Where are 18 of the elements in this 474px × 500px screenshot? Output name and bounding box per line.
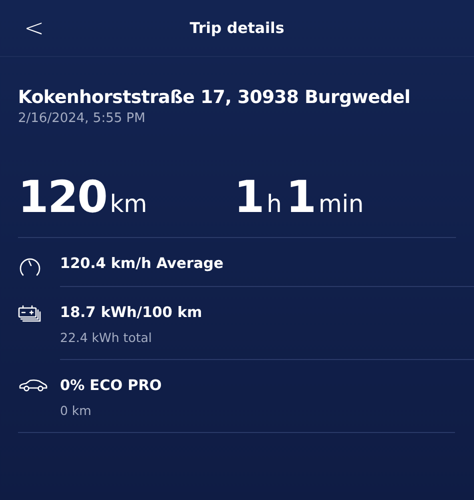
stat-value: 1 <box>234 172 264 223</box>
car-icon <box>18 378 48 392</box>
detail-subtitle: 22.4 kWh total <box>60 330 153 345</box>
battery-icon <box>18 305 42 323</box>
trip-datetime: 2/16/2024, 5:55 PM <box>18 111 146 126</box>
page-title: Trip details <box>190 19 284 37</box>
detail-title: 18.7 kWh/100 km <box>60 305 204 321</box>
stat-value: 1 <box>286 172 316 223</box>
detail-title: 120.4 km/h Average <box>60 256 224 272</box>
stat-unit: min <box>318 190 364 218</box>
trip-address: Kokenhorststraße 17, 30938 Burgwedel <box>18 87 412 108</box>
speedometer-icon <box>18 256 42 278</box>
stat-unit: h <box>266 190 282 218</box>
stat-value: 120 <box>18 172 107 223</box>
detail-subtitle: 0 km <box>60 403 92 418</box>
back-button[interactable]: < <box>18 14 50 42</box>
detail-title: 0% ECO PRO <box>60 378 163 394</box>
stat-unit: km <box>110 190 148 218</box>
